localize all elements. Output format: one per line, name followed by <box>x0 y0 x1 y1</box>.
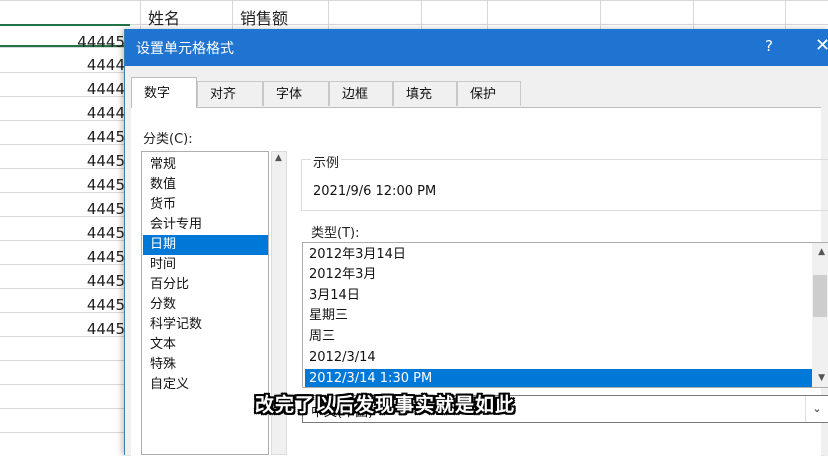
list-item[interactable]: 2012年3月14日 <box>305 245 812 265</box>
grid-line <box>140 0 141 30</box>
list-item[interactable]: 星期三 <box>305 306 812 326</box>
grid-line <box>0 0 828 1</box>
list-item[interactable]: 自定义 <box>143 375 268 395</box>
list-item[interactable]: 分数 <box>143 295 268 315</box>
grid-line <box>693 0 694 30</box>
number-cell[interactable]: 4445 <box>15 200 125 218</box>
category-list[interactable]: 常规 数值 货币 会计专用 日期 时间 百分比 分数 科学记数 文本 特殊 自定… <box>141 151 269 455</box>
tab-number[interactable]: 数字 <box>131 77 197 108</box>
list-item-selected[interactable]: 日期 <box>143 235 268 255</box>
scroll-up-icon[interactable]: ▲ <box>818 247 825 257</box>
tab-protection[interactable]: 保护 <box>457 81 521 106</box>
list-item[interactable]: 常规 <box>143 155 268 175</box>
grid-line <box>785 0 786 30</box>
dialog-titlebar[interactable]: 设置单元格格式 ? ✕ <box>125 29 828 66</box>
number-cell[interactable]: 44445 <box>15 33 125 51</box>
number-cell[interactable]: 4445 <box>15 296 125 314</box>
number-cell[interactable]: 4445 <box>15 128 125 146</box>
type-scrollbar[interactable]: ▲ ▼ <box>812 243 828 387</box>
list-item[interactable]: 百分比 <box>143 275 268 295</box>
list-item[interactable]: 数值 <box>143 175 268 195</box>
type-list[interactable]: 2012年3月14日 2012年3月 3月14日 星期三 周三 2012/3/1… <box>302 242 828 388</box>
dialog-title: 设置单元格格式 <box>136 41 234 57</box>
list-item[interactable]: 周三 <box>305 327 812 347</box>
close-icon[interactable]: ✕ <box>815 35 828 56</box>
header-name-cell[interactable]: 姓名 <box>148 5 180 29</box>
grid-line <box>232 0 233 30</box>
scroll-down-icon[interactable]: ▼ <box>818 373 825 383</box>
list-item[interactable]: 科学记数 <box>143 315 268 335</box>
category-label: 分类(C): <box>143 132 193 147</box>
sample-value: 2021/9/6 12:00 PM <box>313 184 437 199</box>
grid-line <box>487 0 488 30</box>
number-cell[interactable]: 4445 <box>15 272 125 290</box>
number-cell[interactable]: 4445 <box>15 176 125 194</box>
number-cell[interactable]: 4445 <box>15 224 125 242</box>
number-cell[interactable]: 4444 <box>15 56 125 74</box>
header-sales-cell[interactable]: 销售额 <box>240 5 288 29</box>
video-subtitle: 改完了以后发现事实就是如此 <box>255 394 516 416</box>
tab-alignment[interactable]: 对齐 <box>197 81 263 106</box>
sample-label: 示例 <box>311 152 342 171</box>
tab-border[interactable]: 边框 <box>329 81 393 106</box>
scroll-thumb[interactable] <box>813 275 827 317</box>
list-item[interactable]: 特殊 <box>143 355 268 375</box>
number-cell[interactable]: 4445 <box>15 320 125 338</box>
list-item[interactable]: 2012/3/14 <box>305 348 812 368</box>
number-cell[interactable]: 4444 <box>15 104 125 122</box>
list-item[interactable]: 3月14日 <box>305 286 812 306</box>
scroll-up-icon[interactable]: ▲ <box>275 153 282 163</box>
list-item[interactable]: 文本 <box>143 335 268 355</box>
grid-line <box>421 0 422 30</box>
grid-line <box>600 0 601 30</box>
list-item[interactable]: 2012年3月 <box>305 265 812 285</box>
tab-fill[interactable]: 填充 <box>393 81 457 106</box>
list-item[interactable]: 时间 <box>143 255 268 275</box>
number-cell[interactable]: 4445 <box>15 152 125 170</box>
grid-line <box>328 0 329 30</box>
help-button[interactable]: ? <box>765 37 773 55</box>
type-label: 类型(T): <box>311 226 360 241</box>
number-cell[interactable]: 4445 <box>15 248 125 266</box>
number-cell[interactable]: 4444 <box>15 80 125 98</box>
list-item-selected[interactable]: 2012/3/14 1:30 PM <box>305 369 812 387</box>
tab-font[interactable]: 字体 <box>263 81 329 106</box>
chevron-down-icon[interactable]: ⌄ <box>805 396 828 422</box>
list-item[interactable]: 货币 <box>143 195 268 215</box>
list-item[interactable]: 会计专用 <box>143 215 268 235</box>
